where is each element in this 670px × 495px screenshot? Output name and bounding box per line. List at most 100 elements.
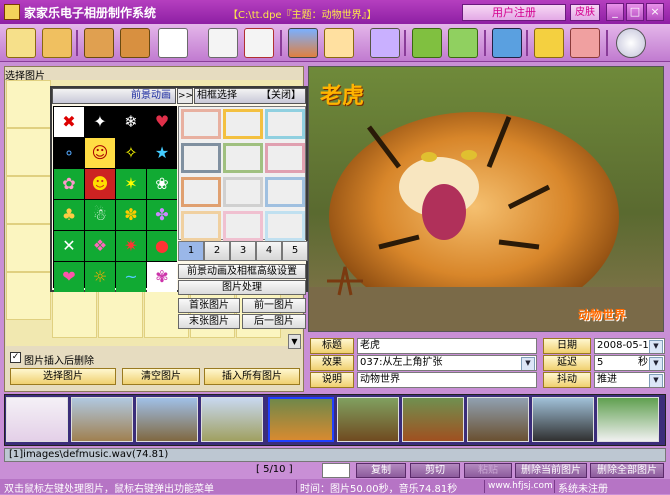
sparkle-icon[interactable]: ✦ bbox=[85, 107, 115, 137]
snowflake-icon[interactable]: ❄ bbox=[116, 107, 146, 137]
heart-icon[interactable]: ♥ bbox=[147, 107, 177, 137]
frame-page-tab-3[interactable]: 3 bbox=[230, 241, 256, 261]
filmstrip-thumbnail[interactable] bbox=[201, 397, 263, 442]
teddy-icon[interactable]: ☼ bbox=[85, 262, 115, 292]
frame-page-tab-2[interactable]: 2 bbox=[204, 241, 230, 261]
popup-close-button[interactable]: 【关闭】 bbox=[261, 89, 301, 103]
kitty-icon[interactable]: ❀ bbox=[147, 169, 177, 199]
select-image-button[interactable]: 选择图片 bbox=[10, 368, 116, 385]
frame-thumbnail[interactable] bbox=[265, 211, 305, 241]
frame-thumbnail[interactable] bbox=[223, 109, 263, 139]
filmstrip-thumbnail-selected[interactable] bbox=[268, 397, 334, 442]
scroll-down-icon[interactable]: ▼ bbox=[288, 334, 301, 349]
maximize-button[interactable]: □ bbox=[626, 3, 644, 21]
photo-cell[interactable] bbox=[6, 80, 51, 128]
candles-icon[interactable]: ✷ bbox=[116, 231, 146, 261]
delete-current-image-button[interactable]: 删除当前图片 bbox=[515, 463, 587, 478]
frame-page-tab-1[interactable]: 1 bbox=[178, 241, 204, 261]
copy-button[interactable]: 复制 bbox=[356, 463, 406, 478]
music-bar[interactable]: [1]images\defmusic.wav(74.81) bbox=[4, 448, 666, 462]
save-as-icon[interactable] bbox=[120, 28, 150, 58]
date-select[interactable]: 2008-05-17 ▼ bbox=[594, 338, 665, 354]
fairy-icon[interactable]: ✶ bbox=[116, 169, 146, 199]
apple-icon[interactable]: ● bbox=[147, 231, 177, 261]
dropdown-arrow-icon[interactable]: ▼ bbox=[649, 374, 663, 387]
delete-after-insert-checkbox[interactable]: ✓ bbox=[10, 352, 21, 363]
filmstrip-thumbnail[interactable] bbox=[597, 397, 659, 442]
frame-thumbnail[interactable] bbox=[265, 177, 305, 207]
last-image-button[interactable]: 末张图片 bbox=[178, 314, 240, 329]
burn-cd-icon[interactable] bbox=[616, 28, 646, 58]
effect-select[interactable]: 037:从左上角扩张 ▼ bbox=[357, 355, 537, 371]
stars-icon[interactable]: ✧ bbox=[116, 138, 146, 168]
flower-icon[interactable]: ✽ bbox=[116, 200, 146, 230]
frame-thumbnail[interactable] bbox=[265, 109, 305, 139]
santa-icon[interactable]: ☃ bbox=[85, 200, 115, 230]
photo-cell[interactable] bbox=[6, 272, 51, 320]
next-image-button[interactable]: 后一图片 bbox=[242, 314, 306, 329]
page-number-input[interactable] bbox=[322, 463, 350, 478]
pig-icon[interactable]: ✿ bbox=[54, 169, 84, 199]
image-process-button[interactable]: 图片处理 bbox=[178, 280, 306, 295]
save-icon[interactable] bbox=[84, 28, 114, 58]
red-x-icon[interactable]: ✖ bbox=[54, 107, 84, 137]
insert-all-images-button[interactable]: 插入所有图片 bbox=[204, 368, 300, 385]
book-icon[interactable] bbox=[412, 28, 442, 58]
monkey-icon[interactable]: ☻ bbox=[85, 169, 115, 199]
prev-image-button[interactable]: 前一图片 bbox=[242, 298, 306, 313]
delete-all-images-button[interactable]: 删除全部图片 bbox=[590, 463, 664, 478]
new-album-icon[interactable] bbox=[6, 28, 36, 58]
close-button[interactable]: × bbox=[646, 3, 664, 21]
filmstrip-thumbnail[interactable] bbox=[532, 397, 594, 442]
filmstrip-thumbnail[interactable] bbox=[467, 397, 529, 442]
tree-icon[interactable]: ♣ bbox=[54, 200, 84, 230]
dropdown-arrow-icon[interactable]: ▼ bbox=[521, 357, 535, 370]
photo-cell[interactable] bbox=[52, 290, 97, 338]
advanced-settings-button[interactable]: 前景动画及相框高级设置 bbox=[178, 264, 306, 279]
filmstrip-thumbnail[interactable] bbox=[337, 397, 399, 442]
frame-page-tab-5[interactable]: 5 bbox=[282, 241, 308, 261]
dropdown-arrow-icon[interactable]: ▼ bbox=[649, 357, 663, 370]
frame-thumbnail[interactable] bbox=[265, 143, 305, 173]
bubbles-icon[interactable]: ∘ bbox=[54, 138, 84, 168]
register-button[interactable]: 用户注册 bbox=[462, 4, 566, 21]
background-icon[interactable] bbox=[288, 28, 318, 58]
effects-icon[interactable] bbox=[324, 28, 354, 58]
title-input[interactable]: 老虎 bbox=[357, 338, 537, 354]
photo-cell[interactable] bbox=[98, 290, 143, 338]
gift-icon[interactable]: ❖ bbox=[85, 231, 115, 261]
frame-page-tab-4[interactable]: 4 bbox=[256, 241, 282, 261]
filmstrip-thumbnail[interactable] bbox=[6, 397, 68, 442]
frame-thumbnail[interactable] bbox=[223, 143, 263, 173]
first-image-button[interactable]: 首张图片 bbox=[178, 298, 240, 313]
preview-icon[interactable] bbox=[492, 28, 522, 58]
clown-icon[interactable]: ☺ bbox=[85, 138, 115, 168]
frame-thumbnail[interactable] bbox=[223, 177, 263, 207]
butterfly-icon[interactable]: ★ bbox=[147, 138, 177, 168]
paste-button[interactable]: 粘贴 bbox=[464, 463, 512, 478]
description-input[interactable]: 动物世界 bbox=[357, 372, 537, 388]
filmstrip-thumbnail[interactable] bbox=[402, 397, 464, 442]
windmill-icon[interactable]: ✕ bbox=[54, 231, 84, 261]
photo-cell[interactable] bbox=[6, 176, 51, 224]
photo-cell[interactable] bbox=[6, 224, 51, 272]
dolphin-icon[interactable]: ~ bbox=[116, 262, 146, 292]
frame-thumbnail[interactable] bbox=[223, 211, 263, 241]
publish-icon[interactable] bbox=[534, 28, 564, 58]
page-setup-icon[interactable] bbox=[158, 28, 188, 58]
frame-thumbnail[interactable] bbox=[181, 143, 221, 173]
filmstrip-thumbnail[interactable] bbox=[71, 397, 133, 442]
export-icon[interactable] bbox=[208, 28, 238, 58]
tools-icon[interactable] bbox=[570, 28, 600, 58]
arrange-icon[interactable] bbox=[448, 28, 478, 58]
frame-thumbnail[interactable] bbox=[181, 211, 221, 241]
minimize-button[interactable]: _ bbox=[606, 3, 624, 21]
kitty-face-icon[interactable]: ✾ bbox=[147, 262, 177, 292]
delete-page-icon[interactable] bbox=[244, 28, 274, 58]
bird-icon[interactable]: ✤ bbox=[147, 200, 177, 230]
open-album-icon[interactable] bbox=[42, 28, 72, 58]
filmstrip-thumbnail[interactable] bbox=[136, 397, 198, 442]
expand-popup-button[interactable]: >> bbox=[177, 88, 193, 104]
frame-thumbnail[interactable] bbox=[181, 177, 221, 207]
shake-select[interactable]: 推进 ▼ bbox=[594, 372, 665, 388]
